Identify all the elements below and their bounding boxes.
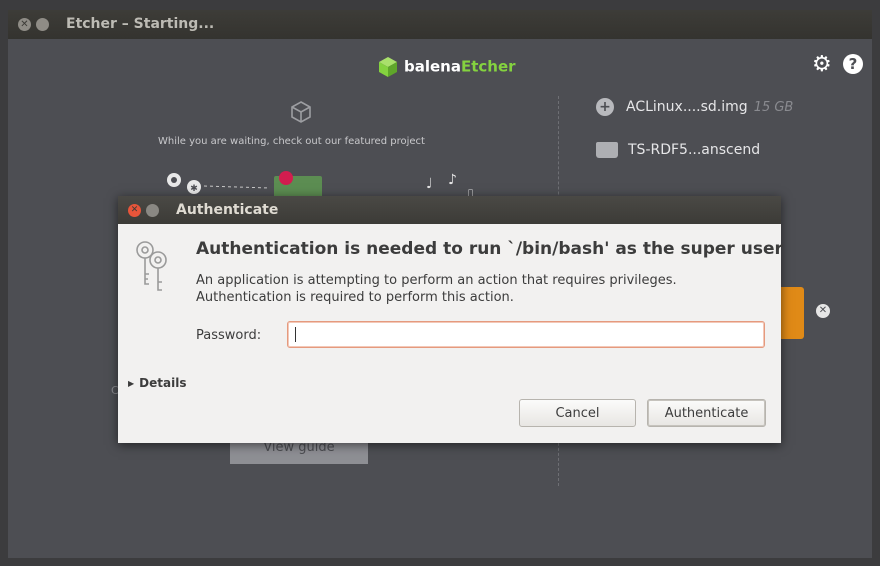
etcher-window-title: Etcher – Starting... bbox=[66, 16, 215, 32]
etcher-titlebar: ✕ Etcher – Starting... bbox=[8, 10, 872, 39]
svg-text:?: ? bbox=[849, 55, 858, 73]
drive-name: TS-RDF5...anscend bbox=[628, 142, 761, 158]
balena-etcher-logo: balenaEtcher bbox=[378, 56, 516, 80]
svg-text:✱: ✱ bbox=[190, 184, 198, 194]
desktop: ✕ Etcher – Starting... balenaEtcher ⚙ ? … bbox=[0, 0, 880, 566]
expander-triangle-icon: ▶ bbox=[128, 379, 135, 388]
settings-gear-icon[interactable]: ⚙ bbox=[812, 52, 832, 77]
authenticate-button[interactable]: Authenticate bbox=[647, 399, 766, 427]
svg-text:♩: ♩ bbox=[426, 176, 433, 192]
featured-project-text: While you are waiting, check out our fea… bbox=[158, 136, 425, 147]
logo-prefix: balena bbox=[404, 57, 461, 76]
dialog-title: Authenticate bbox=[176, 202, 279, 218]
balena-cube-icon bbox=[379, 57, 397, 77]
dialog-message: An application is attempting to perform … bbox=[196, 272, 766, 306]
dialog-minimize-icon[interactable] bbox=[146, 204, 159, 217]
dialog-message-line-1: An application is attempting to perform … bbox=[196, 273, 677, 288]
help-icon[interactable]: ? bbox=[842, 53, 864, 81]
text-caret bbox=[295, 327, 296, 342]
logo-suffix: Etcher bbox=[460, 57, 516, 76]
cancel-button[interactable]: Cancel bbox=[519, 399, 636, 427]
dialog-heading: Authentication is needed to run `/bin/ba… bbox=[196, 239, 783, 259]
image-plus-icon: + bbox=[596, 98, 614, 116]
image-name: ACLinux....sd.img bbox=[626, 99, 748, 115]
dialog-message-line-2: Authentication is required to perform th… bbox=[196, 290, 514, 305]
featured-project-cube-icon bbox=[291, 101, 311, 123]
details-label: Details bbox=[139, 376, 187, 390]
password-field[interactable] bbox=[287, 321, 765, 348]
dialog-titlebar: ✕ Authenticate bbox=[118, 196, 781, 224]
dialog-close-icon[interactable]: ✕ bbox=[128, 204, 141, 217]
selected-drive-row[interactable]: TS-RDF5...anscend bbox=[596, 142, 760, 158]
selected-image-row[interactable]: + ACLinux....sd.img 15 GB bbox=[596, 98, 793, 116]
window-close-icon[interactable]: ✕ bbox=[18, 18, 31, 31]
cancel-flash-icon[interactable]: ✕ bbox=[816, 304, 830, 318]
svg-text:♪: ♪ bbox=[448, 172, 457, 188]
window-minimize-icon[interactable] bbox=[36, 18, 49, 31]
details-expander[interactable]: ▶ Details bbox=[128, 376, 186, 390]
drive-icon bbox=[596, 142, 618, 158]
keys-icon bbox=[136, 241, 167, 291]
authenticate-dialog: ✕ Authenticate Authentication is needed … bbox=[118, 196, 783, 443]
password-label: Password: bbox=[196, 328, 262, 343]
image-size: 15 GB bbox=[753, 100, 794, 115]
